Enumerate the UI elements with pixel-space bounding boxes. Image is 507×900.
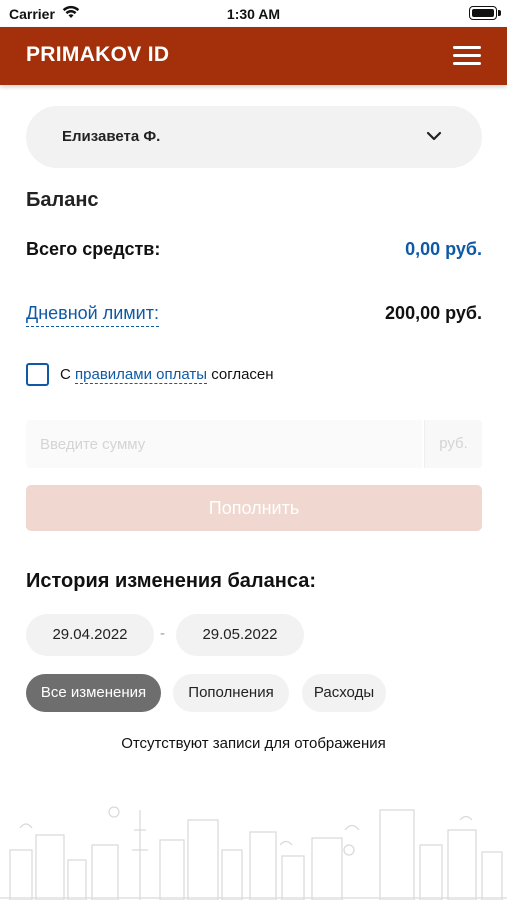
city-skyline-illustration — [0, 806, 507, 900]
amount-currency: руб. — [424, 420, 482, 468]
date-from-picker[interactable]: 29.04.2022 — [26, 614, 154, 656]
agree-suffix: согласен — [211, 366, 274, 383]
amount-field-group: руб. — [26, 420, 482, 468]
agree-text: С правилами оплаты согласен — [60, 366, 274, 384]
filter-expenses[interactable]: Расходы — [302, 674, 386, 712]
hamburger-menu-icon[interactable] — [453, 46, 481, 66]
daily-limit-value: 200,00 руб. — [385, 303, 482, 323]
filter-all-changes[interactable]: Все изменения — [26, 674, 161, 712]
total-funds-value: 0,00 руб. — [405, 239, 482, 259]
chevron-down-icon — [426, 131, 442, 141]
clock: 1:30 AM — [226, 6, 281, 22]
total-funds-label: Всего средств: — [26, 239, 161, 259]
status-bar: Carrier 1:30 AM — [0, 0, 507, 27]
app-header: PRIMAKOV ID — [0, 27, 507, 85]
app-title: PRIMAKOV ID — [26, 43, 170, 66]
user-selector[interactable]: Елизавета Ф. — [26, 106, 482, 168]
agree-checkbox[interactable] — [26, 363, 49, 386]
topup-button[interactable]: Пополнить — [26, 485, 482, 531]
balance-title: Баланс — [26, 189, 99, 211]
history-title: История изменения баланса: — [26, 570, 316, 592]
amount-input[interactable] — [26, 420, 422, 468]
battery-icon — [469, 6, 501, 20]
agree-prefix: С — [60, 366, 71, 383]
date-to-picker[interactable]: 29.05.2022 — [176, 614, 304, 656]
date-separator: - — [160, 625, 165, 642]
selected-user-name: Елизавета Ф. — [62, 128, 161, 145]
payment-rules-link[interactable]: правилами оплаты — [75, 366, 208, 384]
filter-topups[interactable]: Пополнения — [173, 674, 289, 712]
daily-limit-link[interactable]: Дневной лимит: — [26, 303, 159, 327]
empty-history-message: Отсутствуют записи для отображения — [121, 735, 386, 752]
